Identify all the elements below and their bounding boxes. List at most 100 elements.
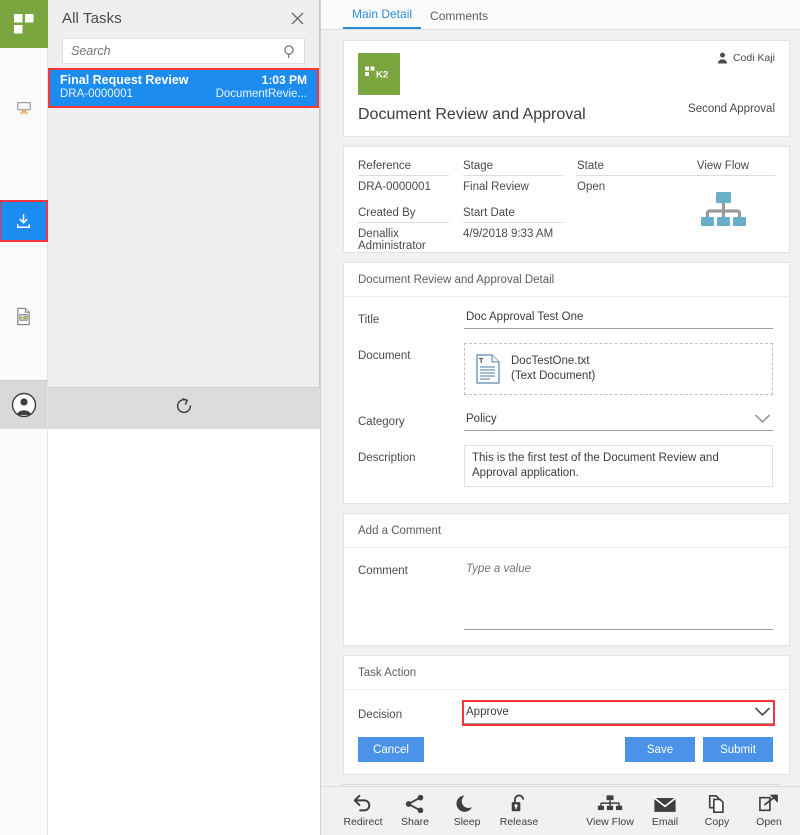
k2-logo: K2 (358, 53, 400, 95)
svg-text:K2: K2 (376, 70, 388, 81)
info-label-state: State (577, 160, 673, 176)
sleep-button[interactable]: Sleep (441, 794, 493, 828)
decision-label: Decision (358, 702, 464, 721)
tab-comments[interactable]: Comments (421, 9, 497, 29)
description-input[interactable]: This is the first test of the Document R… (464, 445, 773, 487)
detail-content: K2 Document Review and Approval Codi Kaj… (321, 30, 800, 775)
form-document-icon (15, 307, 32, 326)
decision-select[interactable]: Approve (464, 702, 773, 724)
field-row-title: Title (358, 307, 773, 329)
release-label: Release (500, 816, 539, 828)
search-wrap (48, 36, 319, 64)
task-action-heading: Task Action (344, 656, 789, 690)
field-row-decision: Decision Approve (358, 702, 773, 724)
task-list-panel: All Tasks Final Requ (48, 0, 320, 429)
email-button[interactable]: Email (639, 794, 691, 828)
app-logo[interactable] (0, 0, 48, 48)
info-label-reference: Reference (358, 160, 449, 176)
title-input[interactable] (464, 307, 773, 329)
user-icon (717, 52, 728, 64)
close-panel-button[interactable] (287, 8, 307, 28)
info-value-created-by: Denallix Administrator (358, 223, 463, 266)
k2-logo-icon: K2 (364, 64, 394, 84)
copy-button[interactable]: Copy (691, 794, 743, 828)
cancel-button[interactable]: Cancel (358, 737, 424, 762)
view-flow-button[interactable] (671, 191, 775, 231)
document-dropzone[interactable]: T DocTestOne.txt (Text Document) (464, 343, 773, 395)
search-input[interactable] (63, 44, 304, 58)
close-icon (290, 11, 305, 26)
view-flow-toolbar-button[interactable]: View Flow (581, 794, 639, 828)
field-row-comment: Comment (358, 558, 773, 635)
task-action-buttons: Cancel Save Submit (358, 737, 773, 762)
sleep-label: Sleep (454, 816, 481, 828)
info-label-stage: Stage (463, 160, 563, 176)
redirect-button[interactable]: Redirect (337, 794, 389, 828)
refresh-button[interactable] (174, 396, 194, 421)
task-list-item[interactable]: Final Request Review 1:03 PM DRA-0000001… (50, 70, 317, 106)
view-flow-label: View Flow (671, 160, 775, 176)
email-label: Email (652, 816, 678, 828)
envelope-icon (653, 795, 677, 814)
save-button[interactable]: Save (625, 737, 695, 762)
search-box[interactable] (62, 38, 305, 64)
view-flow-column: View Flow (671, 160, 775, 231)
left-icon-rail (0, 0, 48, 835)
assigned-user-name: Codi Kaji (733, 52, 775, 64)
sidebar-item-forms[interactable] (0, 296, 47, 336)
detail-tabs: Main Detail Comments (321, 0, 800, 30)
document-file-type: (Text Document) (511, 369, 595, 384)
toolbar-left-group: Redirect Share Sleep (337, 794, 545, 828)
sidebar-item-profile[interactable] (0, 381, 47, 429)
chevron-down-icon[interactable] (754, 412, 771, 430)
comment-textarea[interactable] (464, 558, 773, 630)
add-comment-heading: Add a Comment (344, 514, 789, 548)
copy-label: Copy (705, 816, 730, 828)
inbox-download-icon (14, 212, 33, 231)
add-comment-card: Add a Comment Comment (343, 513, 790, 646)
task-action-body: Decision Approve (344, 690, 789, 774)
text-file-icon: T (475, 354, 501, 384)
decision-value: Approve (464, 702, 773, 723)
chevron-down-icon[interactable] (754, 705, 771, 723)
release-button[interactable]: Release (493, 794, 545, 828)
search-icon[interactable] (283, 44, 297, 64)
task-reference: DRA-0000001 (60, 88, 133, 100)
toolbar-right-group: View Flow Email Copy (581, 794, 795, 828)
svg-text:T: T (479, 358, 484, 365)
share-button[interactable]: Share (389, 794, 441, 828)
task-list-header: All Tasks (48, 0, 319, 36)
open-button[interactable]: Open (743, 794, 795, 828)
task-name: Final Request Review (60, 73, 189, 87)
open-external-icon (758, 794, 780, 814)
task-time: 1:03 PM (262, 73, 307, 87)
category-label: Category (358, 409, 464, 428)
copy-icon (706, 794, 728, 814)
redirect-label: Redirect (343, 816, 382, 828)
title-label: Title (358, 307, 464, 326)
k2-tiles-logo-icon (13, 13, 35, 35)
document-detail-heading: Document Review and Approval Detail (344, 263, 789, 297)
task-action-card: Task Action Decision Approve (343, 655, 790, 775)
user-avatar-icon (11, 392, 37, 418)
category-select[interactable]: Policy (464, 409, 773, 431)
assigned-user: Codi Kaji (717, 52, 775, 64)
detail-pane: Main Detail Comments K2 Document Review … (320, 0, 800, 835)
moon-icon (456, 794, 478, 814)
share-label: Share (401, 816, 429, 828)
submit-button[interactable]: Submit (703, 737, 773, 762)
tab-main-detail[interactable]: Main Detail (343, 7, 421, 29)
document-file-name: DocTestOne.txt (511, 354, 595, 369)
refresh-icon (174, 396, 194, 416)
unlock-icon (508, 794, 530, 814)
sidebar-item-workspace[interactable] (0, 88, 47, 128)
field-row-category: Category Policy (358, 409, 773, 431)
description-label: Description (358, 445, 464, 464)
share-icon (404, 794, 426, 814)
redirect-undo-icon (352, 794, 374, 814)
process-header-card: K2 Document Review and Approval Codi Kaj… (343, 40, 790, 137)
sidebar-item-tasks[interactable] (0, 201, 47, 241)
info-value-start-date: 4/9/2018 9:33 AM (463, 223, 577, 266)
org-chart-icon (699, 191, 747, 231)
info-value-reference: DRA-0000001 (358, 176, 463, 207)
